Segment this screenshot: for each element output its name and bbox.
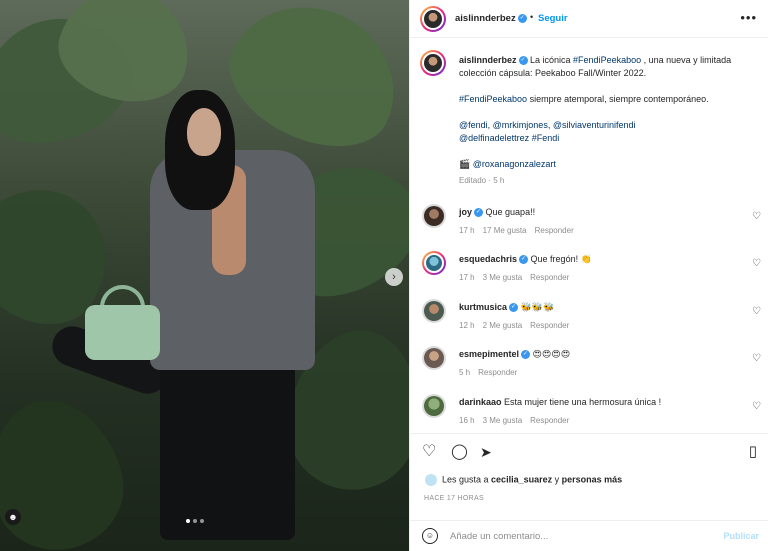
comment-text: esmepimentel ✓ 😍😍😍😍 <box>459 349 571 360</box>
avatar[interactable] <box>420 6 446 32</box>
comment-item: darinkaao Esta mujer tiene una hermosura… <box>410 392 768 436</box>
mention-link[interactable]: @mrkimjones <box>493 120 548 130</box>
heart-icon[interactable]: ♡ <box>752 211 761 222</box>
verified-icon: ✓ <box>517 13 527 23</box>
mention-link[interactable]: @delfinadelettrez <box>459 133 529 143</box>
heart-icon[interactable]: ♡ <box>752 306 761 317</box>
comment-item: esmepimentel ✓ 😍😍😍😍 5 h Responder ♡ <box>410 344 768 388</box>
author-username[interactable]: aislinnderbez ✓ <box>455 13 527 24</box>
comment-meta: 5 h Responder <box>459 368 518 377</box>
verified-icon: ✓ <box>519 255 529 265</box>
heart-icon[interactable]: ♡ <box>752 258 761 269</box>
post-header: aislinnderbez ✓ • Seguir ••• <box>410 0 768 38</box>
heart-icon[interactable]: ♡ <box>752 401 761 412</box>
comment-text: kurtmusica ✓ 🐝🐝🐝 <box>459 302 555 313</box>
mention-link[interactable]: @roxanagonzalezart <box>473 159 556 169</box>
reply-button[interactable]: Responder <box>535 226 574 235</box>
comment-text: darinkaao Esta mujer tiene una hermosura… <box>459 397 662 407</box>
caption-username[interactable]: aislinnderbez <box>459 55 517 65</box>
verified-icon: ✓ <box>521 350 531 360</box>
carousel-next-button[interactable]: › <box>385 268 403 286</box>
liker-username[interactable]: cecilia_suarez <box>491 474 552 484</box>
carousel-dots <box>186 519 204 523</box>
liker-avatar <box>424 473 438 487</box>
follow-button[interactable]: Seguir <box>538 13 568 24</box>
clapperboard-icon: 🎬 <box>459 159 471 169</box>
more-options-icon[interactable]: ••• <box>740 10 757 25</box>
likes-others[interactable]: personas más <box>562 474 623 484</box>
verified-icon: ✓ <box>474 208 484 218</box>
comment-meta: 16 h3 Me gusta Responder <box>459 416 570 425</box>
hashtag-link[interactable]: #FendiPeekaboo <box>459 94 527 104</box>
avatar[interactable] <box>422 394 446 418</box>
emoji-icon[interactable]: ☺ <box>422 528 438 544</box>
comment-composer: ☺ Publicar <box>410 520 768 551</box>
comment-meta: 12 h2 Me gusta Responder <box>459 321 570 330</box>
save-bookmark-icon[interactable]: ▯ <box>749 444 757 460</box>
person-face <box>187 108 221 156</box>
comment-icon[interactable]: ◯ <box>451 444 468 460</box>
tagged-users-icon[interactable]: ☻ <box>5 509 21 525</box>
verified-icon: ✓ <box>509 303 519 313</box>
comment-username[interactable]: esmepimentel <box>459 349 519 359</box>
action-bar: ♡ ◯ ➤ ▯ <box>410 433 768 471</box>
comment-likes[interactable]: 3 Me gusta <box>483 273 523 282</box>
heart-icon[interactable]: ♡ <box>752 353 761 364</box>
comment-item: joy ✓ Que guapa!! 17 h 17 Me gusta Responde… <box>410 202 768 246</box>
mention-link[interactable]: @fendi <box>459 120 488 130</box>
publish-button[interactable]: Publicar <box>723 531 759 541</box>
comment-username[interactable]: joy <box>459 207 472 217</box>
comment-meta: 17 h3 Me gusta Responder <box>459 273 570 282</box>
separator-dot: • <box>530 12 534 22</box>
comment-meta: 17 h 17 Me gusta Responder <box>459 226 574 235</box>
avatar[interactable] <box>422 204 446 228</box>
avatar[interactable] <box>422 299 446 323</box>
comment-likes[interactable]: 2 Me gusta <box>483 321 523 330</box>
avatar[interactable] <box>422 346 446 370</box>
verified-icon: ✓ <box>518 56 528 66</box>
comment-input[interactable] <box>450 528 700 545</box>
share-icon[interactable]: ➤ <box>480 444 492 460</box>
carousel-dot <box>200 519 204 523</box>
comment-item: esquedachris ✓ Que fregón! 👏 17 h3 Me gus… <box>410 249 768 293</box>
reply-button[interactable]: Responder <box>530 321 569 330</box>
mention-link[interactable]: @silviaventurinifendi <box>553 120 636 130</box>
comment-likes[interactable]: 17 Me gusta <box>483 226 527 235</box>
like-icon[interactable]: ♡ <box>422 444 436 460</box>
comment-username[interactable]: darinkaao <box>459 397 502 407</box>
comment-likes[interactable]: 3 Me gusta <box>483 416 523 425</box>
reply-button[interactable]: Responder <box>530 416 569 425</box>
avatar[interactable] <box>422 251 446 275</box>
caption-meta: Editado · 5 h <box>459 176 505 185</box>
handbag <box>85 305 160 360</box>
comment-username[interactable]: esquedachris <box>459 254 517 264</box>
comment-username[interactable]: kurtmusica <box>459 302 507 312</box>
post-photo[interactable]: › ☻ <box>0 0 409 551</box>
hashtag-link[interactable]: #FendiPeekaboo <box>573 55 641 65</box>
post-panel: aislinnderbez ✓ • Seguir ••• aislinnderbe… <box>409 0 768 551</box>
comment-text: joy ✓ Que guapa!! <box>459 207 536 218</box>
carousel-dot <box>193 519 197 523</box>
post-timestamp: HACE 17 HORAS <box>424 495 484 502</box>
comment-item: kurtmusica ✓ 🐝🐝🐝 12 h2 Me gusta Responder … <box>410 297 768 341</box>
avatar[interactable] <box>420 50 446 76</box>
carousel-dot <box>186 519 190 523</box>
hashtag-link[interactable]: #Fendi <box>532 133 560 143</box>
comment-text: esquedachris ✓ Que fregón! 👏 <box>459 254 592 265</box>
reply-button[interactable]: Responder <box>478 368 517 377</box>
reply-button[interactable]: Responder <box>530 273 569 282</box>
likes-summary[interactable]: Les gusta a cecilia_suarez y personas má… <box>424 473 622 487</box>
caption-text: aislinnderbez ✓ La icónica #FendiPeekaboo… <box>459 55 732 169</box>
